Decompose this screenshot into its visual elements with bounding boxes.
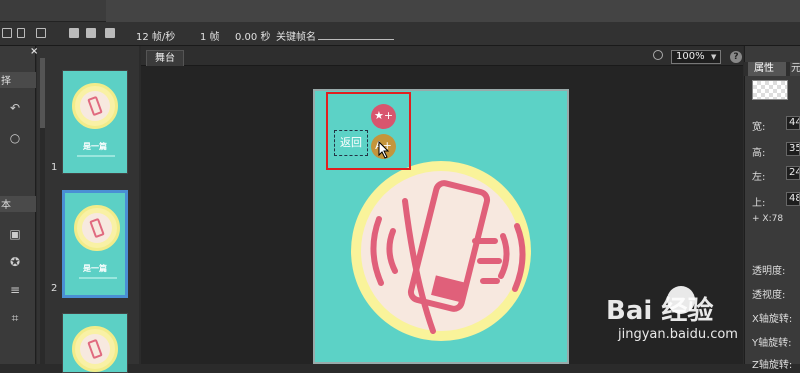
tab-properties[interactable]: 属性 xyxy=(748,62,786,76)
width-label: 宽: xyxy=(752,122,766,133)
fill-color-swatch[interactable] xyxy=(752,80,788,100)
frame-insert-icon[interactable] xyxy=(69,28,79,38)
frame-add-icon[interactable] xyxy=(86,28,96,38)
left-section-header-2: 本 xyxy=(0,196,36,212)
image-icon[interactable]: ▣ xyxy=(8,228,22,240)
lasso-icon[interactable]: ↶ xyxy=(8,102,22,114)
height-label: 高: xyxy=(752,148,766,159)
width-field[interactable]: 44 xyxy=(786,116,800,130)
keyframe-name-label: 关键帧名 xyxy=(276,32,316,43)
code-icon[interactable]: ⌗ xyxy=(8,312,22,324)
mouse-cursor-icon xyxy=(378,141,390,159)
page-thumbnail-3[interactable] xyxy=(62,313,128,373)
fps-label[interactable]: 12 帧/秒 xyxy=(136,28,175,43)
thumb-circle xyxy=(72,83,118,129)
pages-scroll-thumb[interactable] xyxy=(40,58,45,128)
page-number-2: 2 xyxy=(51,283,58,294)
top-bar-strip xyxy=(106,0,800,22)
watermark-url: jingyan.baidu.com xyxy=(618,327,738,342)
layer-icon[interactable] xyxy=(36,28,46,38)
thumb-title: 是一篇 xyxy=(83,142,107,151)
top-field[interactable]: 48 xyxy=(786,192,800,206)
thumb-subtitle-line xyxy=(79,277,117,279)
opacity-label: 透明度: xyxy=(752,266,786,277)
height-field[interactable]: 35 xyxy=(786,142,800,156)
magnifier-icon[interactable]: ○ xyxy=(8,132,22,144)
thumb-circle xyxy=(74,205,120,251)
tab-stage[interactable]: 舞台 xyxy=(146,50,184,66)
y-rotate-label: Y轴旋转: xyxy=(752,338,792,349)
add-star-button[interactable]: ★+ xyxy=(371,104,396,129)
x-coordinate-label: + X:78 xyxy=(752,214,784,224)
thumb-subtitle-line xyxy=(77,155,115,157)
phone-icon xyxy=(89,217,105,239)
tab-element[interactable]: 元 xyxy=(790,62,800,76)
copy-icon[interactable] xyxy=(2,28,12,38)
left-tool-strip: 择 ↶ ○ 本 ▣ ✪ ≡ ⌗ xyxy=(0,46,36,364)
time-label: 0.00 秒 xyxy=(235,32,271,43)
chevron-down-icon[interactable]: ▼ xyxy=(711,53,716,61)
timeline-toolbar: 12 帧/秒 1 帧 0.00 秒 关键帧名 xyxy=(0,22,800,46)
search-icon[interactable] xyxy=(653,50,663,60)
left-field[interactable]: 24 xyxy=(786,166,800,180)
left-label: 左: xyxy=(752,172,766,183)
page-thumbnail-2[interactable]: 是一篇 xyxy=(62,190,128,298)
text-lines-icon[interactable]: ≡ xyxy=(8,284,22,296)
page-thumbnail-1[interactable]: 是一篇 xyxy=(62,70,128,174)
perspective-label: 透视度: xyxy=(752,290,786,301)
left-section-header-1: 择 xyxy=(0,72,36,88)
keyframe-name-input[interactable] xyxy=(318,39,394,40)
back-button[interactable]: 返回 xyxy=(334,130,368,156)
watermark-brand: Bai 经验 xyxy=(606,296,714,326)
thumb-title: 是一篇 xyxy=(83,264,107,273)
page-number-1: 1 xyxy=(51,162,58,173)
help-icon[interactable]: ? xyxy=(730,51,742,63)
frame-remove-icon[interactable] xyxy=(105,28,115,38)
frame-label: 1 帧 xyxy=(200,32,220,43)
trash-icon[interactable] xyxy=(17,28,25,38)
x-rotate-label: X轴旋转: xyxy=(752,314,793,325)
phone-icon xyxy=(87,338,103,360)
film-reel-icon[interactable]: ✪ xyxy=(8,256,22,268)
top-label: 上: xyxy=(752,198,766,209)
phone-icon xyxy=(87,95,103,117)
app-top-bar xyxy=(0,0,800,22)
thumb-circle xyxy=(72,326,118,372)
